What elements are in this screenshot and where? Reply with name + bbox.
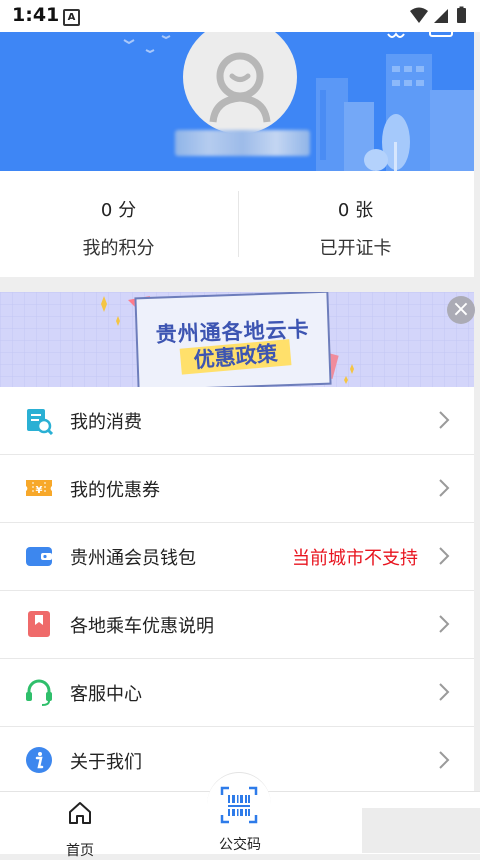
points-stat[interactable]: 0 分 我的积分	[0, 171, 237, 277]
coupon-icon: ¥	[26, 480, 52, 496]
settings-icon	[387, 32, 405, 38]
headset-icon	[26, 679, 52, 706]
notification-a-icon: A	[63, 9, 80, 26]
chevron-right-icon	[439, 547, 450, 565]
info-icon	[26, 747, 52, 773]
points-value: 0 分	[100, 200, 137, 221]
points-label: 我的积分	[82, 238, 155, 259]
chevron-right-icon	[439, 479, 450, 497]
menu-item-label: 关于我们	[70, 752, 142, 773]
nav-home[interactable]: 首页	[40, 800, 120, 859]
profile-header	[0, 32, 474, 171]
svg-text:¥: ¥	[36, 485, 43, 496]
bookmark-icon	[28, 611, 50, 637]
menu-item-label: 我的优惠券	[70, 480, 160, 501]
menu-item-label: 客服中心	[70, 684, 142, 705]
status-bar: 1:41 A	[0, 0, 480, 32]
chevron-right-icon	[439, 683, 450, 701]
chevron-right-icon	[439, 751, 450, 769]
chevron-right-icon	[439, 411, 450, 429]
status-time: 1:41	[12, 4, 60, 26]
cards-value: 0 张	[337, 200, 374, 221]
chevron-right-icon	[439, 615, 450, 633]
nav-home-label: 首页	[66, 843, 94, 859]
menu-item-coupons[interactable]: ¥ 我的优惠券	[0, 455, 474, 523]
cards-stat[interactable]: 0 张 已开证卡	[237, 171, 474, 277]
city-unsupported-note: 当前城市不支持	[292, 548, 418, 569]
menu-item-wallet[interactable]: 贵州通会员钱包 当前城市不支持	[0, 523, 474, 591]
avatar[interactable]	[183, 32, 297, 134]
home-icon	[69, 802, 91, 824]
menu-item-label: 各地乘车优惠说明	[70, 616, 214, 637]
menu-item-consumption[interactable]: 我的消费	[0, 387, 474, 455]
wallet-icon	[26, 547, 52, 566]
banner-close-button[interactable]: ×	[447, 296, 475, 324]
menu-item-label: 我的消费	[70, 412, 142, 433]
receipt-search-icon	[27, 409, 54, 435]
status-icons	[410, 6, 466, 23]
menu-item-ride-discounts[interactable]: 各地乘车优惠说明	[0, 591, 474, 659]
menu-list: 我的消费 ¥ 我的优惠券 贵州通会员钱包 当前城市不支持 各地乘车优惠说明 客服…	[0, 387, 474, 794]
username-blurred	[175, 130, 310, 156]
promo-banner[interactable]: 贵州通各地云卡 优惠政策	[0, 292, 474, 387]
banner-card: 贵州通各地云卡 优惠政策	[134, 292, 332, 387]
battery-icon	[457, 8, 466, 23]
corner-overlay	[362, 808, 480, 853]
wifi-icon	[410, 7, 428, 23]
user-avatar-icon	[209, 52, 271, 123]
scrollbar-track	[474, 32, 480, 791]
menu-item-label: 贵州通会员钱包	[70, 548, 196, 569]
signal-icon	[434, 9, 448, 23]
nav-bus-code-label: 公交码	[219, 837, 261, 853]
nav-bus-code[interactable]: 公交码	[200, 772, 280, 854]
barcode-scan-icon	[220, 786, 258, 824]
cards-label: 已开证卡	[319, 238, 392, 259]
bus-code-circle	[207, 772, 271, 837]
stats-panel: 0 分 我的积分 0 张 已开证卡	[0, 171, 474, 277]
menu-item-customer-service[interactable]: 客服中心	[0, 659, 474, 727]
message-icon	[429, 32, 453, 37]
